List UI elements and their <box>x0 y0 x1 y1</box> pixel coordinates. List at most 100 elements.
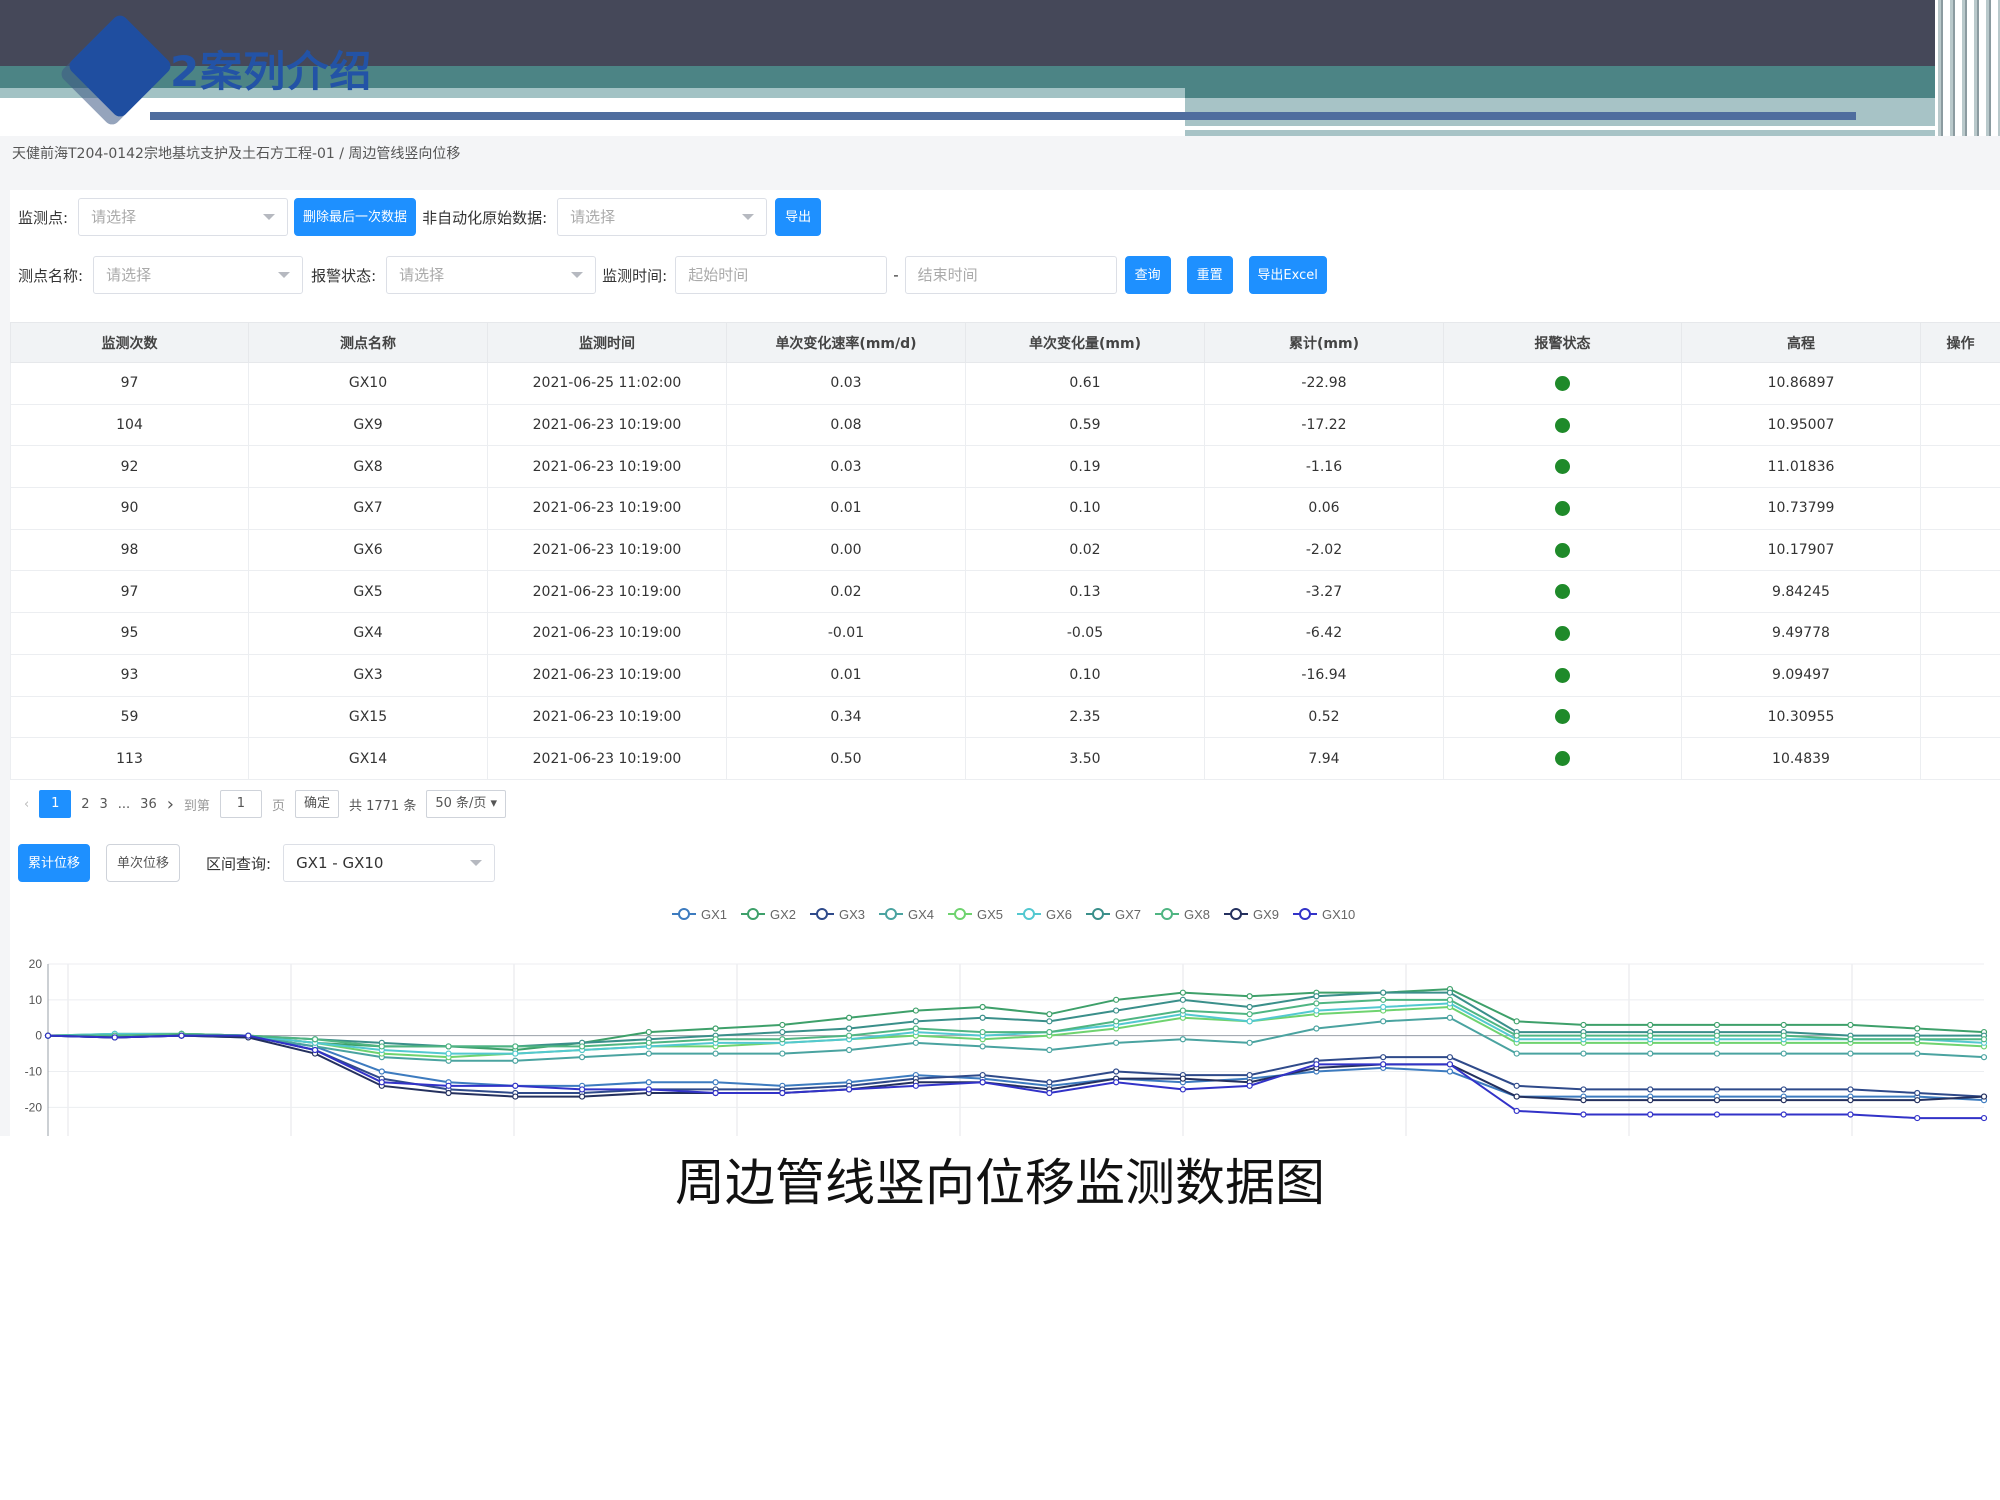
data-point <box>1446 1068 1454 1075</box>
goto-confirm-button[interactable]: 确定 <box>294 790 339 818</box>
table-cell: 2021-06-23 10:19:00 <box>487 445 727 489</box>
data-point <box>578 1054 586 1061</box>
monitor-point-placeholder: 请选择 <box>91 208 137 226</box>
table-row[interactable]: 98 GX6 2021-06-23 10:19:00 0.00 0.02 -2.02 10.… <box>10 528 2000 572</box>
data-point <box>1113 1079 1120 1086</box>
data-point <box>1179 989 1186 996</box>
page-2[interactable]: 2 <box>81 797 89 812</box>
table-cell: 0.19 <box>965 445 1205 489</box>
data-point <box>578 1093 586 1100</box>
table-cell: -0.05 <box>965 612 1205 655</box>
page-current[interactable]: 1 <box>39 790 72 818</box>
cumulative-displacement-button[interactable]: 累计位移 <box>18 844 90 882</box>
table-cell: 2021-06-23 10:19:00 <box>487 403 727 447</box>
alarm-status-cell <box>1443 528 1682 572</box>
table-row[interactable]: 97 GX5 2021-06-23 10:19:00 0.02 0.13 -3.27 9.8… <box>10 570 2000 614</box>
prev-page-icon[interactable]: ‹ <box>24 797 29 812</box>
data-point <box>979 1003 986 1011</box>
range-query-select[interactable]: GX1 - GX10 <box>283 844 496 882</box>
data-point <box>979 1079 986 1086</box>
data-point <box>1780 1097 1787 1104</box>
page-size-select[interactable]: 50 条/页 ▾ <box>426 790 507 818</box>
table-row[interactable]: 93 GX3 2021-06-23 10:19:00 0.01 0.10 -16.94 9.… <box>10 653 2000 697</box>
chart-controls: 累计位移 单次位移 区间查询: GX1 - GX10 <box>18 844 496 882</box>
next-page-icon[interactable]: › <box>167 794 174 815</box>
table-cell: 10.73799 <box>1681 487 1921 530</box>
goto-input[interactable]: 1 <box>219 790 262 818</box>
table-cell: 0.34 <box>726 695 966 739</box>
data-point <box>1713 1086 1721 1093</box>
export-excel-button[interactable]: 导出Excel <box>1248 256 1327 294</box>
table-cell: 7.94 <box>1204 737 1444 780</box>
status-dot-icon <box>1555 625 1570 641</box>
table-cell: 0.13 <box>965 570 1205 614</box>
table-row[interactable]: 104 GX9 2021-06-23 10:19:00 0.08 0.59 -17.22 1… <box>10 403 2000 447</box>
table-cell <box>1920 612 2000 655</box>
alarm-status-select[interactable]: 请选择 <box>386 256 597 294</box>
header-blue-bar <box>150 112 1856 120</box>
alarm-status-cell <box>1443 487 1682 530</box>
legend-marker <box>885 908 897 920</box>
legend-label: GX10 <box>1322 907 1355 922</box>
column-header: 测点名称 <box>248 322 488 363</box>
table-cell: 10.30955 <box>1681 695 1921 739</box>
table-cell <box>1920 487 2000 530</box>
table-cell: 2021-06-23 10:19:00 <box>487 737 727 780</box>
data-point <box>1780 1021 1787 1029</box>
y-tick-label: -20 <box>25 1100 43 1114</box>
y-tick-label: 20 <box>29 957 43 971</box>
table-cell: 0.03 <box>726 445 966 489</box>
data-point <box>1313 1025 1320 1032</box>
reset-button[interactable]: 重置 <box>1186 256 1233 294</box>
monitor-point-select[interactable]: 请选择 <box>78 198 289 236</box>
table-row[interactable]: 97 GX10 2021-06-25 11:02:00 0.03 0.61 -22.98 1… <box>10 362 2000 405</box>
raw-data-select[interactable]: 请选择 <box>557 198 768 236</box>
table-cell: GX15 <box>248 695 488 739</box>
end-time-input[interactable]: 结束时间 <box>904 256 1117 294</box>
query-button[interactable]: 查询 <box>1124 256 1171 294</box>
table-cell: 2021-06-23 10:19:00 <box>487 695 727 739</box>
table-cell: -16.94 <box>1204 653 1444 697</box>
legend-label: GX9 <box>1253 907 1279 922</box>
single-displacement-button[interactable]: 单次位移 <box>106 844 180 882</box>
data-point <box>1980 1114 1988 1122</box>
data-point <box>1246 993 1253 1000</box>
table-cell: 95 <box>10 612 249 655</box>
page-3[interactable]: 3 <box>99 797 107 812</box>
table-cell: GX9 <box>248 403 488 447</box>
page-ellipsis[interactable]: ... <box>118 797 130 812</box>
data-point <box>1847 1086 1854 1093</box>
table-cell: GX7 <box>248 487 488 530</box>
alarm-status-cell <box>1443 403 1682 447</box>
table-cell: 3.50 <box>965 737 1205 780</box>
data-point <box>1914 1097 1921 1104</box>
table-cell: GX5 <box>248 570 488 614</box>
table-row[interactable]: 113 GX14 2021-06-23 10:19:00 0.50 3.50 7.94 10… <box>10 737 2000 780</box>
table-cell: -17.22 <box>1204 403 1444 447</box>
data-point <box>111 1034 118 1041</box>
data-point <box>979 1014 986 1021</box>
data-point <box>1847 1050 1854 1057</box>
point-name-select[interactable]: 请选择 <box>93 256 304 294</box>
page-last[interactable]: 36 <box>140 797 157 812</box>
table-cell: 0.03 <box>726 362 966 405</box>
export-button[interactable]: 导出 <box>775 198 822 236</box>
data-point <box>1046 1028 1053 1036</box>
table-cell: 98 <box>10 528 249 572</box>
table-row[interactable]: 95 GX4 2021-06-23 10:19:00 -0.01 -0.05 -6.42 9… <box>10 612 2000 655</box>
table-cell: 2021-06-23 10:19:00 <box>487 653 727 697</box>
delete-last-button[interactable]: 删除最后一次数据 <box>294 198 417 236</box>
table-cell: -3.27 <box>1204 570 1444 614</box>
data-point <box>645 1039 652 1046</box>
data-point <box>912 1082 919 1089</box>
table-cell: GX10 <box>248 362 488 405</box>
data-point <box>846 1032 853 1039</box>
table-cell: 9.09497 <box>1681 653 1921 697</box>
table-cell: -0.01 <box>726 612 966 655</box>
table-row[interactable]: 59 GX15 2021-06-23 10:19:00 0.34 2.35 0.52 10.… <box>10 695 2000 739</box>
start-time-input[interactable]: 起始时间 <box>675 256 888 294</box>
data-point <box>1580 1021 1587 1029</box>
table-row[interactable]: 92 GX8 2021-06-23 10:19:00 0.03 0.19 -1.16 11.… <box>10 445 2000 489</box>
data-point <box>779 1028 786 1036</box>
table-row[interactable]: 90 GX7 2021-06-23 10:19:00 0.01 0.10 0.06 10.7… <box>10 487 2000 530</box>
